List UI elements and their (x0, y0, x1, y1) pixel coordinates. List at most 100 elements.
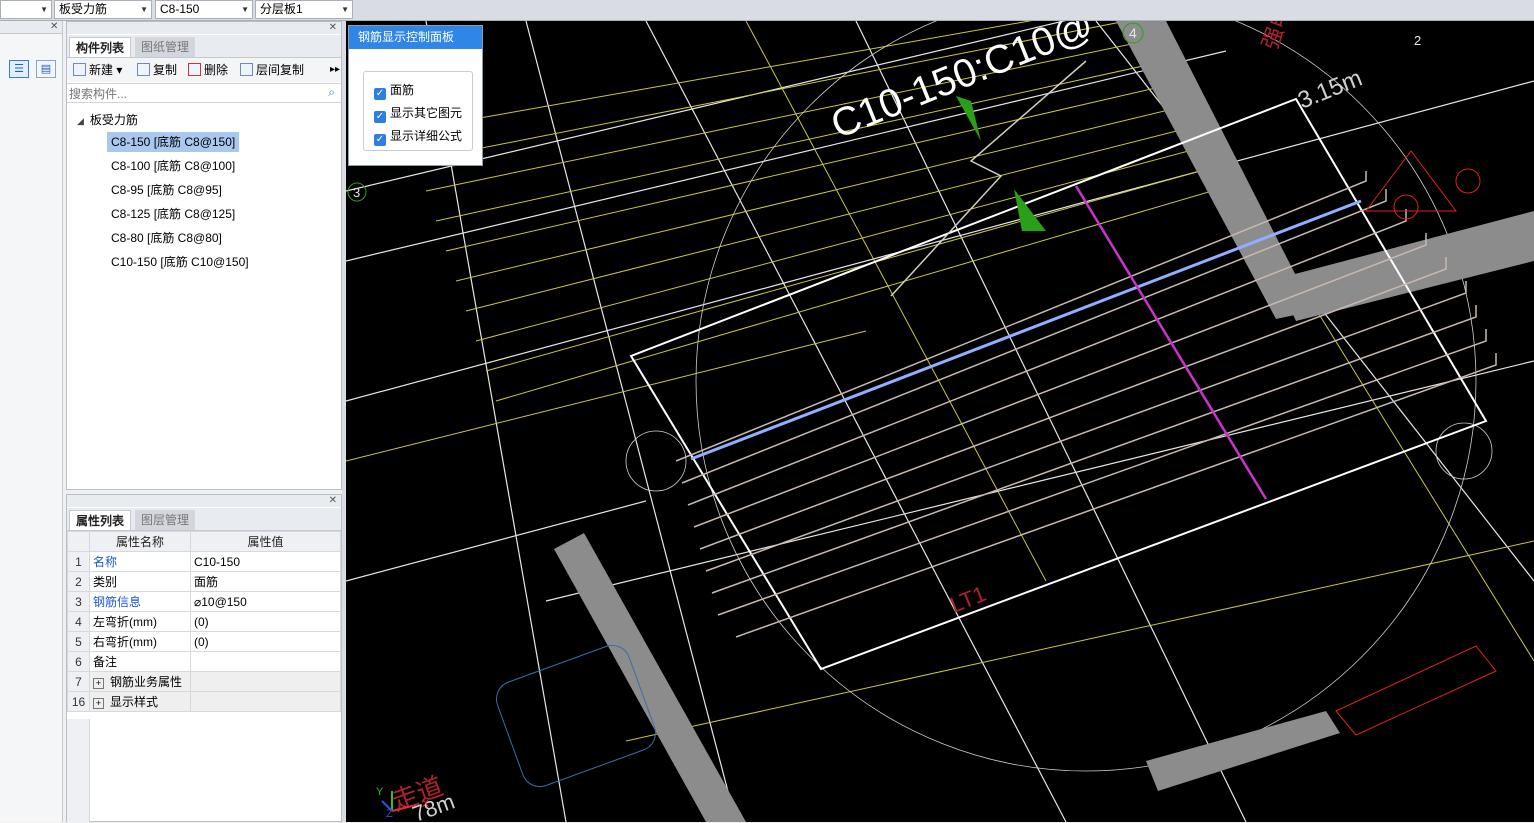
prop-name: 显示样式 (110, 695, 159, 709)
tree-item[interactable]: C8-95 [底筋 C8@95] (107, 180, 226, 200)
prop-name: 钢筋信息 (89, 591, 191, 612)
floor-copy-button-label: 层间复制 (256, 63, 305, 77)
checkbox-label: 显示详细公式 (390, 129, 463, 143)
delete-button[interactable]: 删除 (188, 62, 228, 78)
cad-rebar-lines (675, 171, 1497, 638)
combo-layer-value: 分层板1 (260, 2, 303, 16)
combo-component-value: C8-150 (160, 2, 200, 16)
prop-name: 类别 (89, 571, 191, 592)
delete-icon (188, 63, 201, 76)
col-name-header: 属性名称 (89, 531, 191, 552)
checkbox-show-other[interactable]: ✓ 显示其它图元 (374, 104, 462, 123)
axis-z-label: Z (386, 808, 393, 820)
prop-value[interactable]: 面筋 (190, 571, 341, 592)
checkbox-label: 面筋 (390, 83, 415, 97)
checkbox-show-formula[interactable]: ✓ 显示详细公式 (374, 127, 463, 146)
combo-category[interactable]: 板受力筋 ▼ (54, 0, 152, 19)
checkbox-top-rebar[interactable]: ✓ 面筋 (374, 81, 415, 100)
property-panel: ✕ 属性列表 图层管理 属性名称 属性值 1 名称 C10-150 2 类别 面… (66, 494, 342, 823)
prop-value[interactable]: C10-150 (190, 551, 341, 572)
prop-value[interactable] (190, 651, 341, 672)
tab-property-list[interactable]: 属性列表 (69, 510, 132, 530)
close-icon[interactable]: ✕ (329, 495, 337, 506)
tree-item[interactable]: C8-125 [底筋 C8@125] (107, 204, 239, 224)
cad-drawing[interactable]: C10-150:C10@ 3.15m 3 4 2 强电 走道 LT1 78m X… (346, 21, 1534, 822)
combo-component[interactable]: C8-150 ▼ (155, 0, 253, 19)
table-row[interactable]: 2 类别 面筋 (67, 571, 341, 592)
table-row[interactable]: 4 左弯折(mm) (0) (67, 611, 341, 632)
new-button-label: 新建 (89, 63, 114, 77)
table-row[interactable]: 7 + 钢筋业务属性 (67, 671, 341, 692)
property-table: 属性名称 属性值 1 名称 C10-150 2 类别 面筋 3 钢筋信息 ⌀10… (67, 531, 341, 712)
tree-root-label: 板受力筋 (89, 113, 138, 127)
prop-value (190, 671, 341, 692)
rebar-panel-title[interactable]: 钢筋显示控制面板 (349, 26, 482, 49)
table-row[interactable]: 16 + 显示样式 (67, 691, 341, 712)
floor-copy-button[interactable]: 层间复制 (240, 62, 304, 78)
combo-category-value: 板受力筋 (59, 2, 108, 16)
copy-button-label: 复制 (153, 63, 178, 77)
axis-y-label: Y (376, 786, 384, 798)
prop-name: 左弯折(mm) (89, 611, 191, 632)
axis-label-2: 2 (1414, 33, 1421, 48)
detail-view-icon[interactable]: ▤ (36, 60, 56, 78)
cad-viewport[interactable]: C10-150:C10@ 3.15m 3 4 2 强电 走道 LT1 78m X… (346, 21, 1534, 822)
col-value-header: 属性值 (190, 531, 341, 552)
tree-item[interactable]: C8-100 [底筋 C8@100] (107, 156, 239, 176)
search-icon[interactable]: ⌕ (328, 85, 335, 100)
tree-root[interactable]: ◢ 板受力筋 (77, 111, 138, 128)
check-icon: ✓ (374, 88, 386, 100)
axis-label-4: 4 (1129, 25, 1137, 41)
new-button[interactable]: 新建 ▾ (73, 62, 122, 78)
tab-component-list[interactable]: 构件列表 (69, 37, 132, 57)
table-row[interactable]: 1 名称 C10-150 (67, 551, 341, 572)
check-icon: ✓ (374, 111, 386, 123)
prop-value[interactable]: (0) (190, 611, 341, 632)
lt-label: LT1 (947, 581, 990, 618)
search-input[interactable] (67, 84, 311, 103)
prop-name: 名称 (89, 551, 191, 572)
row-num: 5 (67, 631, 90, 652)
expand-icon[interactable]: + (93, 678, 104, 689)
prop-value (190, 691, 341, 712)
combo-floor[interactable]: ▼ (0, 0, 52, 19)
collapse-icon[interactable]: ◢ (77, 116, 84, 126)
check-icon: ✓ (374, 134, 386, 146)
cad-selected-rebar (690, 199, 1362, 461)
tree-item[interactable]: C8-80 [底筋 C8@80] (107, 228, 226, 248)
tab-drawing-management[interactable]: 图纸管理 (135, 37, 196, 57)
chevron-down-icon: ▼ (241, 5, 249, 14)
dimension-label: 3.15m (1294, 65, 1366, 115)
table-row[interactable]: 3 钢筋信息 ⌀10@150 (67, 591, 341, 612)
tree-item[interactable]: C10-150 [底筋 C10@150] (107, 252, 253, 272)
combo-layer[interactable]: 分层板1 ▼ (255, 0, 353, 19)
col-num-header (67, 531, 90, 552)
left-nav-strip: ✕ ☰ ▤ (0, 21, 63, 822)
component-toolbar: 新建 ▾ 复制 删除 层间复制 ▸▸ (67, 58, 341, 82)
copy-button[interactable]: 复制 (137, 62, 177, 78)
prop-group[interactable]: + 显示样式 (89, 691, 191, 712)
tree-item[interactable]: C8-150 [底筋 C8@150] (107, 132, 240, 152)
more-icon[interactable]: ▸▸ (330, 62, 340, 78)
rebar-options-group: ✓ 面筋 ✓ 显示其它图元 ✓ 显示详细公式 (363, 71, 473, 151)
row-num: 2 (67, 571, 90, 592)
expand-icon[interactable]: + (93, 698, 104, 709)
tab-layer-management[interactable]: 图层管理 (135, 510, 196, 530)
table-row[interactable]: 5 右弯折(mm) (0) (67, 631, 341, 652)
panel-header (67, 495, 341, 507)
row-gutter (67, 719, 90, 823)
prop-group[interactable]: + 钢筋业务属性 (89, 671, 191, 692)
table-header-row: 属性名称 属性值 (67, 531, 341, 552)
row-num: 4 (67, 611, 90, 632)
new-icon (73, 63, 86, 76)
list-view-icon[interactable]: ☰ (9, 60, 29, 78)
row-num: 1 (67, 551, 90, 572)
chevron-down-icon: ▼ (40, 5, 48, 14)
close-icon[interactable]: ✕ (50, 21, 58, 32)
prop-value[interactable]: (0) (190, 631, 341, 652)
table-row[interactable]: 6 备注 (67, 651, 341, 672)
close-icon[interactable]: ✕ (329, 22, 337, 33)
prop-value[interactable]: ⌀10@150 (190, 591, 341, 612)
row-num: 7 (67, 671, 90, 692)
panel-header (67, 22, 341, 34)
